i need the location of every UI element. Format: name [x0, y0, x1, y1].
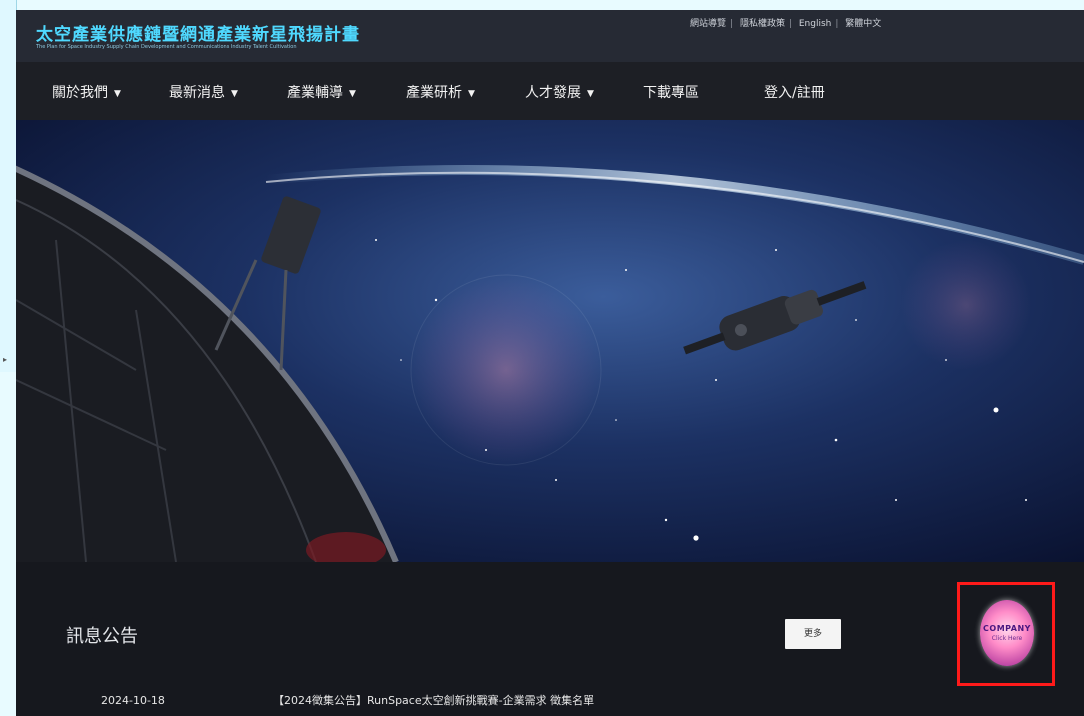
- company-badge-label: COMPANY: [983, 624, 1031, 633]
- nav-item-label: 人才發展: [525, 85, 581, 101]
- company-badge-button[interactable]: COMPANY Click Here: [980, 600, 1034, 666]
- news-section: 訊息公告 更多 2024-10-18 【2024徵集公告】RunSpace太空創…: [16, 562, 1084, 716]
- site-header: 太空產業供應鏈暨網通產業新星飛揚計畫 The Plan for Space In…: [16, 10, 1084, 62]
- caret-down-icon: ▼: [114, 89, 121, 99]
- caret-down-icon: ▼: [587, 89, 594, 99]
- caret-down-icon: ▼: [231, 89, 238, 99]
- nav-item-news[interactable]: 最新消息 ▼: [169, 82, 238, 102]
- news-title-link[interactable]: 【2024徵集公告】RunSpace太空創新挑戰賽-企業需求 徵集名單: [273, 692, 594, 708]
- sitemap-link[interactable]: 網站導覽: [690, 19, 726, 29]
- nav-item-about[interactable]: 關於我們 ▼: [52, 82, 121, 102]
- caret-down-icon: ▼: [349, 89, 356, 99]
- company-badge-sublabel: Click Here: [991, 635, 1023, 642]
- nav-item-label: 最新消息: [169, 85, 225, 101]
- nav-item-downloads[interactable]: 下載專區: [643, 82, 699, 102]
- scroll-arrow-icon[interactable]: ▸: [3, 355, 7, 364]
- hero-banner: [16, 120, 1084, 562]
- nav-item-label: 關於我們: [52, 85, 108, 101]
- nav-item-label: 產業輔導: [287, 85, 343, 101]
- chinese-link[interactable]: 繁體中文: [845, 19, 881, 29]
- english-link[interactable]: English: [799, 19, 832, 29]
- main-nav: 關於我們 ▼ 最新消息 ▼ 產業輔導 ▼ 產業研析 ▼ 人才發展 ▼ 下載專區 登入/註冊: [16, 62, 1084, 120]
- privacy-link[interactable]: 隱私權政策: [740, 19, 785, 29]
- more-button[interactable]: 更多: [785, 619, 841, 649]
- space-banner-image: [16, 120, 1084, 562]
- company-badge-highlight: COMPANY Click Here: [957, 582, 1055, 686]
- nav-item-label: 下載專區: [643, 85, 699, 101]
- news-date: 2024-10-18: [101, 694, 165, 707]
- nav-item-label: 登入/註冊: [764, 85, 825, 101]
- nav-item-talent[interactable]: 人才發展 ▼: [525, 82, 594, 102]
- top-links: 網站導覽 | 隱私權政策 | English | 繁體中文: [690, 19, 882, 29]
- nav-item-login[interactable]: 登入/註冊: [764, 82, 825, 102]
- nav-item-industry-research[interactable]: 產業研析 ▼: [406, 82, 475, 102]
- background-window-strip: ▸: [0, 0, 17, 372]
- site-title[interactable]: 太空產業供應鏈暨網通產業新星飛揚計畫: [36, 20, 360, 45]
- site-subtitle: The Plan for Space Industry Supply Chain…: [36, 44, 297, 50]
- nav-item-label: 產業研析: [406, 85, 462, 101]
- website: 太空產業供應鏈暨網通產業新星飛揚計畫 The Plan for Space In…: [16, 10, 1084, 716]
- section-title: 訊息公告: [66, 626, 138, 647]
- caret-down-icon: ▼: [468, 89, 475, 99]
- nav-item-industry-support[interactable]: 產業輔導 ▼: [287, 82, 356, 102]
